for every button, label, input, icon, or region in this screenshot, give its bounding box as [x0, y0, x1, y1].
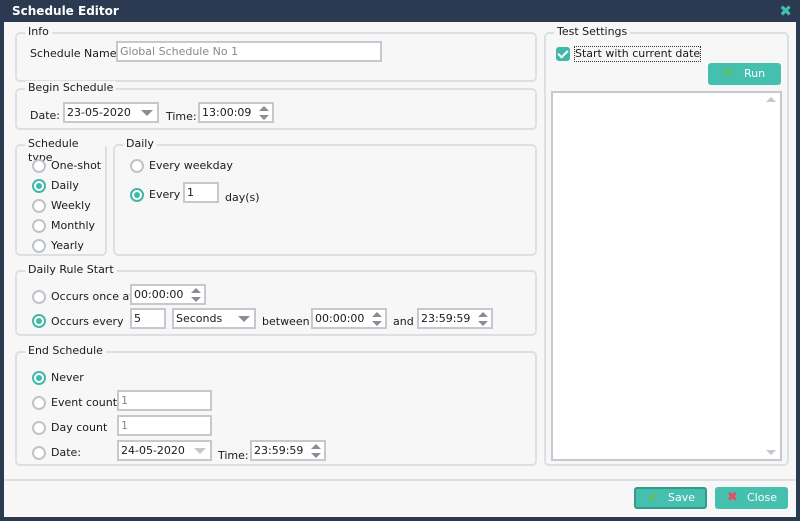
one-shot-label: One-shot [51, 159, 102, 172]
begin-time-label: Time: [166, 110, 197, 123]
daily-rule-group: Daily Rule Start Occurs once at 00:00:00… [15, 263, 537, 336]
chevron-down-icon[interactable] [194, 448, 206, 454]
weekly-label: Weekly [51, 199, 91, 212]
end-date-value: 24-05-2020 [121, 444, 185, 457]
radio-end-date[interactable] [32, 446, 46, 460]
radio-monthly[interactable] [32, 219, 46, 233]
close-icon[interactable]: ✖ [779, 2, 792, 20]
end-time-label: Time: [218, 449, 249, 462]
interval-unit-value: Seconds [176, 312, 223, 325]
occurs-once-label: Occurs once at [51, 290, 134, 303]
start-current-date-label[interactable]: Start with current date [573, 46, 702, 62]
and-label: and [393, 315, 414, 328]
spin-arrows-icon[interactable] [478, 312, 488, 326]
every-weekday-label: Every weekday [149, 159, 233, 172]
daily-legend: Daily [123, 137, 157, 151]
begin-schedule-legend: Begin Schedule [25, 81, 117, 95]
start-current-date-checkbox[interactable] [556, 47, 570, 61]
schedule-name-input[interactable]: Global Schedule No 1 [116, 41, 382, 62]
event-count-label: Event count [51, 396, 118, 409]
end-schedule-group: End Schedule Never Event count 1 Day cou… [15, 344, 537, 466]
yearly-label: Yearly [51, 239, 84, 252]
test-output-memo[interactable] [551, 91, 782, 461]
test-settings-legend: Test Settings [554, 25, 631, 39]
checkmark-icon: ✔ [648, 490, 659, 505]
scroll-down-icon[interactable] [766, 450, 776, 455]
begin-date-picker[interactable]: 23-05-2020 [63, 102, 159, 123]
chevron-down-icon[interactable] [141, 110, 153, 116]
begin-time-spinner[interactable]: 13:00:09 [198, 102, 274, 123]
begin-schedule-group: Begin Schedule Date: 23-05-2020 Time: 13… [15, 81, 537, 130]
end-date-picker[interactable]: 24-05-2020 [117, 440, 212, 461]
schedule-name-label: Schedule Name: [30, 47, 121, 60]
schedule-type-group: Schedule type One-shot Daily Weekly Mont… [15, 137, 107, 256]
dialog-body: Info Schedule Name: Global Schedule No 1… [4, 22, 796, 517]
radio-occurs-every[interactable] [32, 314, 46, 328]
close-button[interactable]: ✖ Close [715, 487, 788, 509]
end-date-label: Date: [51, 446, 81, 459]
chevron-down-icon[interactable] [238, 316, 250, 322]
days-suffix-label: day(s) [225, 191, 260, 204]
radio-one-shot[interactable] [32, 159, 46, 173]
spin-arrows-icon[interactable] [372, 312, 382, 326]
radio-daily[interactable] [32, 179, 46, 193]
end-time-value: 23:59:59 [254, 444, 304, 457]
radio-every-weekday[interactable] [130, 159, 144, 173]
refresh-icon: ⟲ [722, 66, 733, 81]
title-bar: Schedule Editor ✖ [0, 0, 800, 22]
window-title: Schedule Editor [12, 4, 119, 18]
daily-label: Daily [51, 179, 79, 192]
footer-divider [4, 479, 796, 481]
and-time-spinner[interactable]: 23:59:59 [417, 308, 493, 329]
spin-arrows-icon[interactable] [191, 288, 201, 302]
scroll-up-icon[interactable] [766, 97, 776, 102]
between-time-spinner[interactable]: 00:00:00 [311, 308, 387, 329]
radio-never[interactable] [32, 371, 46, 385]
end-time-spinner[interactable]: 23:59:59 [250, 440, 326, 461]
test-settings-group: Test Settings Start with current date ⟲ … [544, 25, 789, 466]
daily-group: Daily Every weekday Every 1 day(s) [113, 137, 537, 256]
occurs-every-label: Occurs every [51, 315, 124, 328]
run-button[interactable]: ⟲ Run [708, 63, 781, 85]
radio-yearly[interactable] [32, 239, 46, 253]
begin-time-value: 13:00:09 [202, 106, 252, 119]
radio-every-n-days[interactable] [130, 188, 144, 202]
radio-day-count[interactable] [32, 421, 46, 435]
occurs-once-time-value: 00:00:00 [134, 288, 184, 301]
close-button-label: Close [747, 491, 777, 504]
and-time-value: 23:59:59 [421, 312, 471, 325]
daily-rule-legend: Daily Rule Start [25, 263, 117, 277]
event-count-input[interactable]: 1 [117, 390, 212, 411]
cross-icon: ✖ [727, 490, 738, 505]
occurs-every-input[interactable]: 5 [130, 308, 166, 329]
between-label: between [262, 315, 310, 328]
interval-unit-select[interactable]: Seconds [172, 308, 256, 329]
info-group: Info Schedule Name: Global Schedule No 1 [15, 25, 537, 82]
monthly-label: Monthly [51, 219, 96, 232]
day-count-label: Day count [51, 421, 108, 434]
save-button-label: Save [668, 491, 696, 504]
begin-date-label: Date: [30, 109, 60, 122]
every-label: Every [149, 188, 181, 201]
spin-arrows-icon[interactable] [259, 106, 269, 120]
save-button[interactable]: ✔ Save [634, 487, 707, 509]
never-label: Never [51, 371, 84, 384]
day-count-input[interactable]: 1 [117, 415, 212, 436]
radio-occurs-once[interactable] [32, 290, 46, 304]
radio-weekly[interactable] [32, 199, 46, 213]
every-days-input[interactable]: 1 [183, 182, 219, 203]
radio-event-count[interactable] [32, 396, 46, 410]
between-time-value: 00:00:00 [315, 312, 365, 325]
end-schedule-legend: End Schedule [25, 344, 106, 358]
spin-arrows-icon[interactable] [311, 444, 321, 458]
info-legend: Info [25, 25, 52, 39]
begin-date-value: 23-05-2020 [67, 106, 131, 119]
run-button-label: Run [744, 67, 766, 80]
occurs-once-time-spinner[interactable]: 00:00:00 [130, 284, 206, 305]
